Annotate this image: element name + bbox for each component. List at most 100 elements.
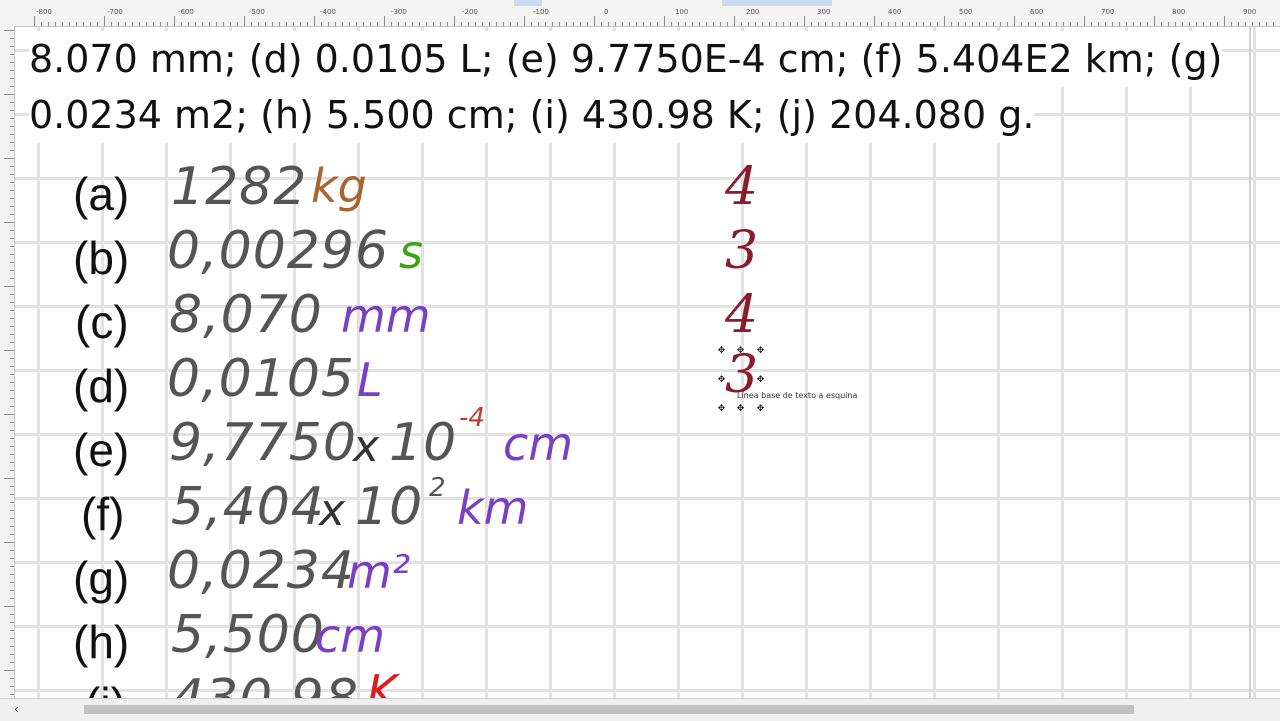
resize-handle-bottom-right-icon[interactable]: ✥ [756, 405, 765, 414]
ruler-tick [951, 22, 952, 26]
ruler-tick [10, 150, 14, 151]
handwritten-number-d[interactable]: 0,0105 [167, 349, 355, 409]
ruler-tick [1168, 22, 1169, 26]
unit-i[interactable]: K [367, 665, 397, 699]
ruler-tick [867, 22, 868, 26]
ruler-tick [97, 22, 98, 26]
ruler-tick [839, 22, 840, 26]
ruler-tick [1021, 22, 1022, 26]
ruler-label: -700 [107, 8, 123, 16]
power-base-e[interactable]: 10 [389, 413, 457, 473]
unit-b[interactable]: s [399, 225, 423, 279]
horizontal-scrollbar[interactable]: ‹ [0, 698, 1280, 721]
exponent-e[interactable]: -4 [459, 403, 485, 433]
ruler-tick [10, 110, 14, 111]
drawing-canvas[interactable]: 8.070 mm; (d) 0.0105 L; (e) 9.7750E-4 cm… [15, 27, 1280, 699]
ruler-tick [10, 198, 14, 199]
ruler-tick [10, 166, 14, 167]
ruler-tick [419, 22, 420, 26]
ruler-label: -600 [178, 8, 194, 16]
horizontal-ruler[interactable]: -800 -700 -600 -500 -400 -300 -200 -100 0 100 200 3… [0, 0, 1280, 27]
resize-handle-top-icon[interactable]: ✥ [736, 347, 745, 356]
vertical-ruler[interactable] [0, 26, 15, 698]
unit-e[interactable]: cm [503, 417, 573, 471]
ruler-label: 800 [1172, 8, 1186, 16]
resize-handle-bottom-left-icon[interactable]: ✥ [717, 405, 726, 414]
ruler-tick [244, 16, 245, 26]
ruler-tick [10, 462, 14, 463]
ruler-tick [10, 190, 14, 191]
scrollbar-thumb[interactable] [84, 705, 1134, 714]
resize-handle-bottom-icon[interactable]: ✥ [736, 405, 745, 414]
unit-g[interactable]: m² [347, 545, 410, 599]
unit-h[interactable]: cm [315, 609, 385, 663]
unit-a[interactable]: kg [311, 159, 367, 213]
ruler-tick [804, 16, 805, 26]
ruler-tick [636, 22, 637, 26]
ruler-tick [629, 22, 630, 26]
ruler-tick [10, 358, 14, 359]
handwritten-number-b[interactable]: 0,00296 [167, 221, 389, 281]
ruler-tick [279, 22, 280, 26]
ruler-label: -800 [36, 8, 52, 16]
ruler-tick [391, 22, 392, 26]
unit-f[interactable]: km [457, 481, 528, 535]
handwritten-number-c[interactable]: 8,070 [169, 285, 323, 345]
handwritten-number-h[interactable]: 5,500 [171, 605, 325, 665]
exponent-f[interactable]: 2 [429, 473, 446, 503]
ruler-tick [524, 16, 525, 26]
ruler-tick [937, 22, 938, 26]
row-label-h: (h) [73, 616, 130, 668]
typed-text-line-2[interactable]: 0.0234 m2; (h) 5.500 cm; (i) 430.98 K; (… [29, 87, 1035, 143]
ruler-tick [10, 174, 14, 175]
handwritten-number-e[interactable]: 9,7750 [169, 413, 357, 473]
ruler-tick [10, 182, 14, 183]
ruler-tick [832, 22, 833, 26]
ruler-tick [902, 22, 903, 26]
unit-c[interactable]: mm [341, 289, 431, 343]
times-sign-f[interactable]: x [319, 485, 345, 536]
ruler-tick [10, 302, 14, 303]
ruler-tick [132, 22, 133, 26]
ruler-tick [160, 22, 161, 26]
resize-handle-top-right-icon[interactable]: ✥ [756, 347, 765, 356]
sig-fig-count-c[interactable]: 4 [725, 285, 758, 345]
ruler-label: 500 [959, 8, 973, 16]
ruler-tick [622, 22, 623, 26]
times-sign-e[interactable]: x [353, 421, 379, 472]
ruler-tick [1098, 22, 1099, 26]
ruler-tick [10, 38, 14, 39]
ruler-tick [10, 86, 14, 87]
resize-handle-top-left-icon[interactable]: ✥ [717, 347, 726, 356]
handwritten-number-i[interactable]: 430,98 [171, 669, 359, 699]
ruler-tick [790, 22, 791, 26]
ruler-highlight [722, 0, 832, 6]
handwritten-number-a[interactable]: 1282 [171, 157, 307, 217]
sig-fig-count-a[interactable]: 4 [725, 157, 758, 217]
ruler-tick [874, 16, 875, 26]
scroll-left-arrow-icon[interactable]: ‹ [14, 702, 19, 716]
ruler-label: -400 [320, 8, 336, 16]
ruler-label: 400 [888, 8, 902, 16]
handwritten-number-g[interactable]: 0,0234 [167, 541, 355, 601]
ruler-tick [783, 22, 784, 26]
resize-handle-right-icon[interactable]: ✥ [756, 376, 765, 385]
ruler-tick [4, 670, 14, 671]
ruler-tick [251, 22, 252, 26]
ruler-tick [10, 134, 14, 135]
ruler-label: -300 [391, 8, 407, 16]
ruler-tick [818, 22, 819, 26]
ruler-tick [10, 142, 14, 143]
ruler-tick [1126, 22, 1127, 26]
ruler-tick [685, 22, 686, 26]
power-base-f[interactable]: 10 [355, 477, 423, 537]
unit-d[interactable]: L [357, 353, 383, 407]
resize-handle-left-icon[interactable]: ✥ [717, 376, 726, 385]
sig-fig-count-b[interactable]: 3 [725, 221, 758, 281]
ruler-tick [10, 454, 14, 455]
typed-text-line-1[interactable]: 8.070 mm; (d) 0.0105 L; (e) 9.7750E-4 cm… [29, 31, 1223, 87]
ruler-tick [398, 22, 399, 26]
handwritten-number-f[interactable]: 5,404 [171, 477, 325, 537]
ruler-tick [1217, 22, 1218, 26]
ruler-tick [993, 22, 994, 26]
